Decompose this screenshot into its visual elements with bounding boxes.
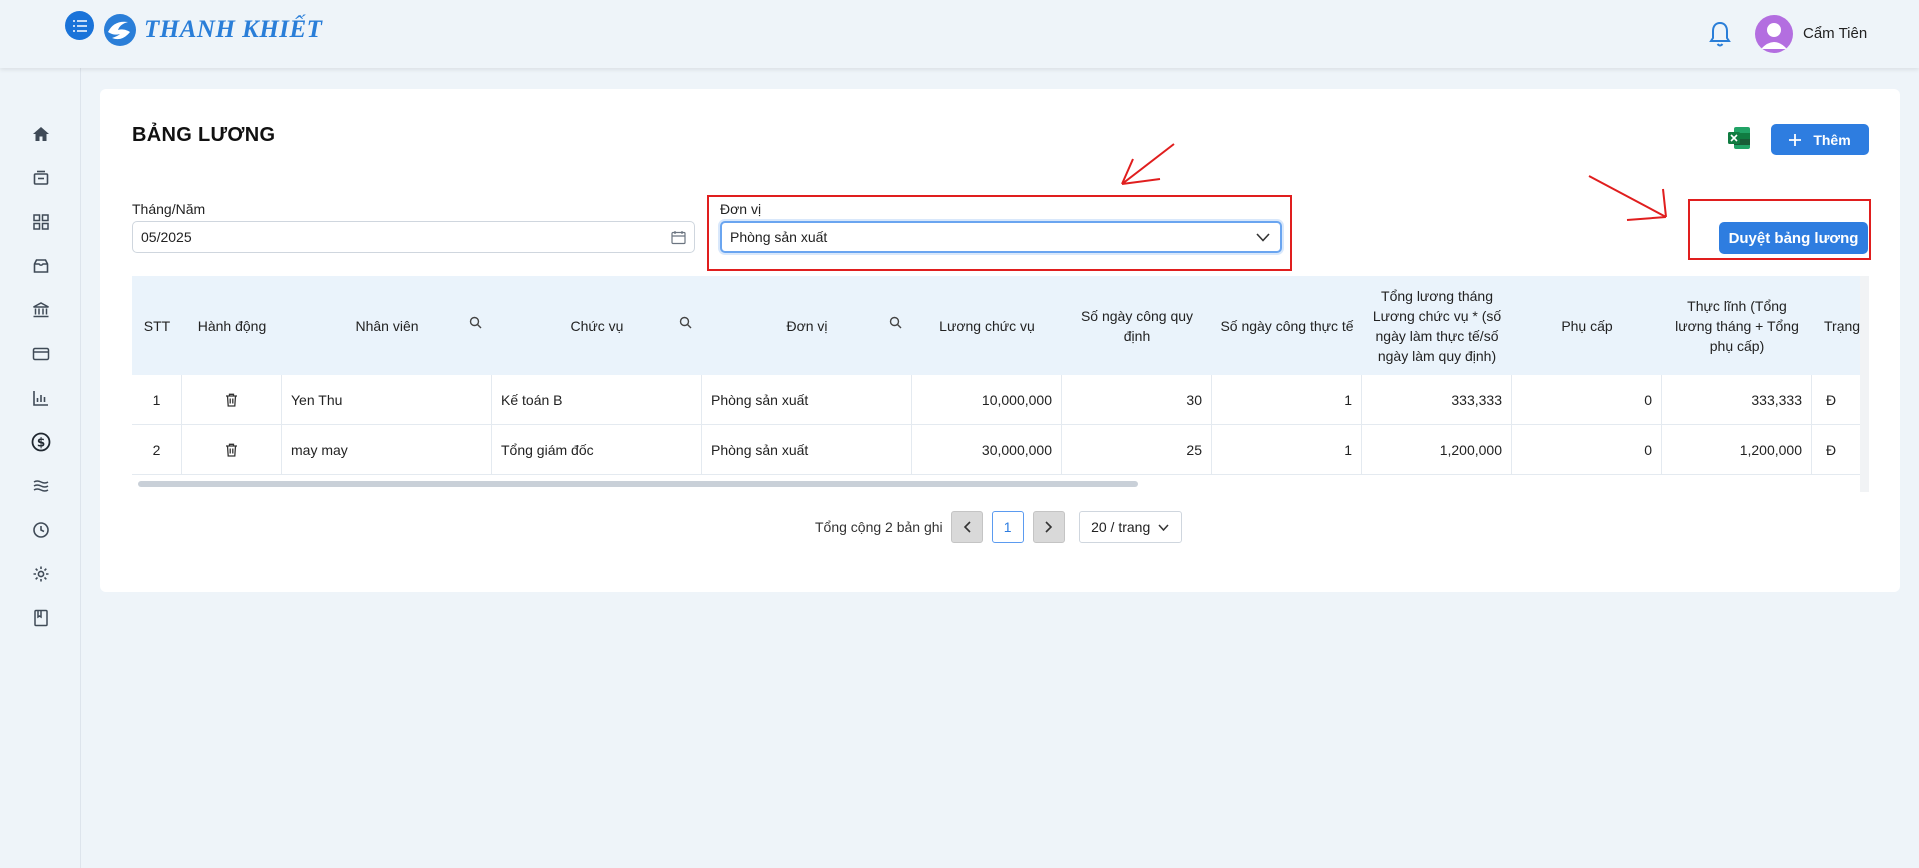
chevron-right-icon	[1045, 521, 1052, 533]
payroll-table: STT Hành động Nhân viên Chức vụ Đơn vị L…	[132, 276, 1869, 494]
trash-icon[interactable]	[225, 443, 238, 457]
inbox-icon[interactable]	[28, 165, 54, 191]
export-excel-button[interactable]	[1726, 125, 1752, 151]
table-row[interactable]: 1 Yen Thu Kế toán B Phòng sản xuất 10,00…	[132, 375, 1869, 425]
clock-icon[interactable]	[28, 517, 54, 543]
sidebar: $	[0, 0, 81, 868]
top-bar: THANH KHIẾT Cẩm Tiên	[0, 0, 1919, 68]
col-unit[interactable]: Đơn vị	[702, 276, 912, 375]
grid-icon[interactable]	[28, 209, 54, 235]
month-label: Tháng/Năm	[132, 201, 206, 217]
user-icon	[1761, 23, 1787, 49]
col-employee[interactable]: Nhân viên	[282, 276, 492, 375]
cell-required-days: 30	[1062, 375, 1212, 425]
unit-label: Đơn vị	[720, 201, 762, 217]
cell-position-salary: 30,000,000	[912, 425, 1062, 475]
book-icon[interactable]	[28, 605, 54, 631]
menu-icon	[72, 19, 87, 32]
search-icon[interactable]	[469, 316, 482, 329]
cell-employee: Yen Thu	[282, 375, 492, 425]
col-net[interactable]: Thực lĩnh (Tổng lương tháng + Tổng phụ c…	[1662, 276, 1812, 375]
col-unit-label: Đơn vị	[786, 317, 828, 334]
table-row[interactable]: 2 may may Tổng giám đốc Phòng sản xuất 3…	[132, 425, 1869, 475]
brand-name: THANH KHIẾT	[144, 16, 323, 43]
page-size-select[interactable]: 20 / trang	[1078, 511, 1182, 543]
svg-text:$: $	[37, 436, 45, 450]
unit-select[interactable]: Phòng sản xuất	[720, 221, 1282, 253]
page-title: BẢNG LƯƠNG	[132, 124, 276, 146]
layers-icon[interactable]	[28, 473, 54, 499]
col-action[interactable]: Hành động	[182, 276, 282, 375]
next-page-button[interactable]	[1032, 511, 1065, 543]
page-size-value: 20 / trang	[1091, 519, 1151, 535]
chevron-down-icon	[1256, 233, 1270, 242]
cell-stt: 1	[132, 375, 182, 425]
table-header: STT Hành động Nhân viên Chức vụ Đơn vị L…	[132, 276, 1869, 375]
dollar-icon[interactable]: $	[28, 429, 54, 455]
cell-position: Tổng giám đốc	[492, 425, 702, 475]
col-actual-days[interactable]: Số ngày công thực tế	[1212, 276, 1362, 375]
prev-page-button[interactable]	[950, 511, 983, 543]
cell-monthly-total: 1,200,000	[1362, 425, 1512, 475]
box-icon[interactable]	[28, 253, 54, 279]
col-monthly-total[interactable]: Tổng lương tháng Lương chức vụ * (số ngà…	[1362, 276, 1512, 375]
calendar-icon	[671, 231, 686, 245]
trash-icon[interactable]	[225, 393, 238, 407]
plus-icon	[1789, 133, 1802, 146]
col-position-salary[interactable]: Lương chức vụ	[912, 276, 1062, 375]
cell-required-days: 25	[1062, 425, 1212, 475]
add-button[interactable]: Thêm	[1771, 124, 1869, 155]
gear-icon[interactable]	[28, 561, 54, 587]
cell-actual-days: 1	[1212, 425, 1362, 475]
cell-allowance: 0	[1512, 375, 1662, 425]
user-name[interactable]: Cẩm Tiên	[1803, 25, 1867, 42]
cell-net: 333,333	[1662, 375, 1812, 425]
approve-payroll-button[interactable]: Duyệt bảng lương	[1719, 222, 1868, 254]
pagination: Tổng cộng 2 bản ghi 1 20 / trang	[815, 511, 1182, 543]
cell-action	[182, 425, 282, 475]
page-button-current[interactable]: 1	[991, 511, 1024, 543]
chevron-left-icon	[963, 521, 971, 533]
cell-action	[182, 375, 282, 425]
col-stt[interactable]: STT	[132, 276, 182, 375]
col-employee-label: Nhân viên	[355, 317, 419, 334]
cell-position-salary: 10,000,000	[912, 375, 1062, 425]
brand-logo[interactable]: THANH KHIẾT	[102, 12, 322, 48]
col-position[interactable]: Chức vụ	[492, 276, 702, 375]
chart-icon[interactable]	[28, 385, 54, 411]
cell-net: 1,200,000	[1662, 425, 1812, 475]
cell-position: Kế toán B	[492, 375, 702, 425]
card-icon[interactable]	[28, 341, 54, 367]
unit-value: Phòng sản xuất	[730, 229, 828, 245]
add-button-label: Thêm	[1813, 131, 1851, 148]
total-records: Tổng cộng 2 bản ghi	[815, 519, 943, 535]
col-position-label: Chức vụ	[570, 317, 624, 334]
col-allowance[interactable]: Phụ cấp	[1512, 276, 1662, 375]
month-picker[interactable]: 05/2025	[132, 221, 695, 253]
bell-icon[interactable]	[1708, 20, 1732, 48]
col-required-days[interactable]: Số ngày công quy định	[1062, 276, 1212, 375]
avatar[interactable]	[1755, 15, 1793, 53]
menu-toggle-button[interactable]	[65, 11, 94, 40]
vertical-scrollbar[interactable]	[1860, 276, 1869, 492]
cell-monthly-total: 333,333	[1362, 375, 1512, 425]
bank-icon[interactable]	[28, 297, 54, 323]
month-value: 05/2025	[141, 229, 192, 245]
payroll-card: BẢNG LƯƠNG Thêm Tháng/Năm 05/2025 Đơn vị…	[100, 89, 1900, 592]
excel-icon	[1728, 127, 1750, 149]
logo-mark-icon	[104, 14, 136, 46]
search-icon[interactable]	[889, 316, 902, 329]
cell-stt: 2	[132, 425, 182, 475]
cell-unit: Phòng sản xuất	[702, 425, 912, 475]
chevron-down-icon	[1158, 523, 1169, 531]
cell-actual-days: 1	[1212, 375, 1362, 425]
horizontal-scrollbar[interactable]	[138, 481, 1138, 487]
cell-employee: may may	[282, 425, 492, 475]
cell-allowance: 0	[1512, 425, 1662, 475]
search-icon[interactable]	[679, 316, 692, 329]
home-icon[interactable]	[28, 121, 54, 147]
cell-unit: Phòng sản xuất	[702, 375, 912, 425]
